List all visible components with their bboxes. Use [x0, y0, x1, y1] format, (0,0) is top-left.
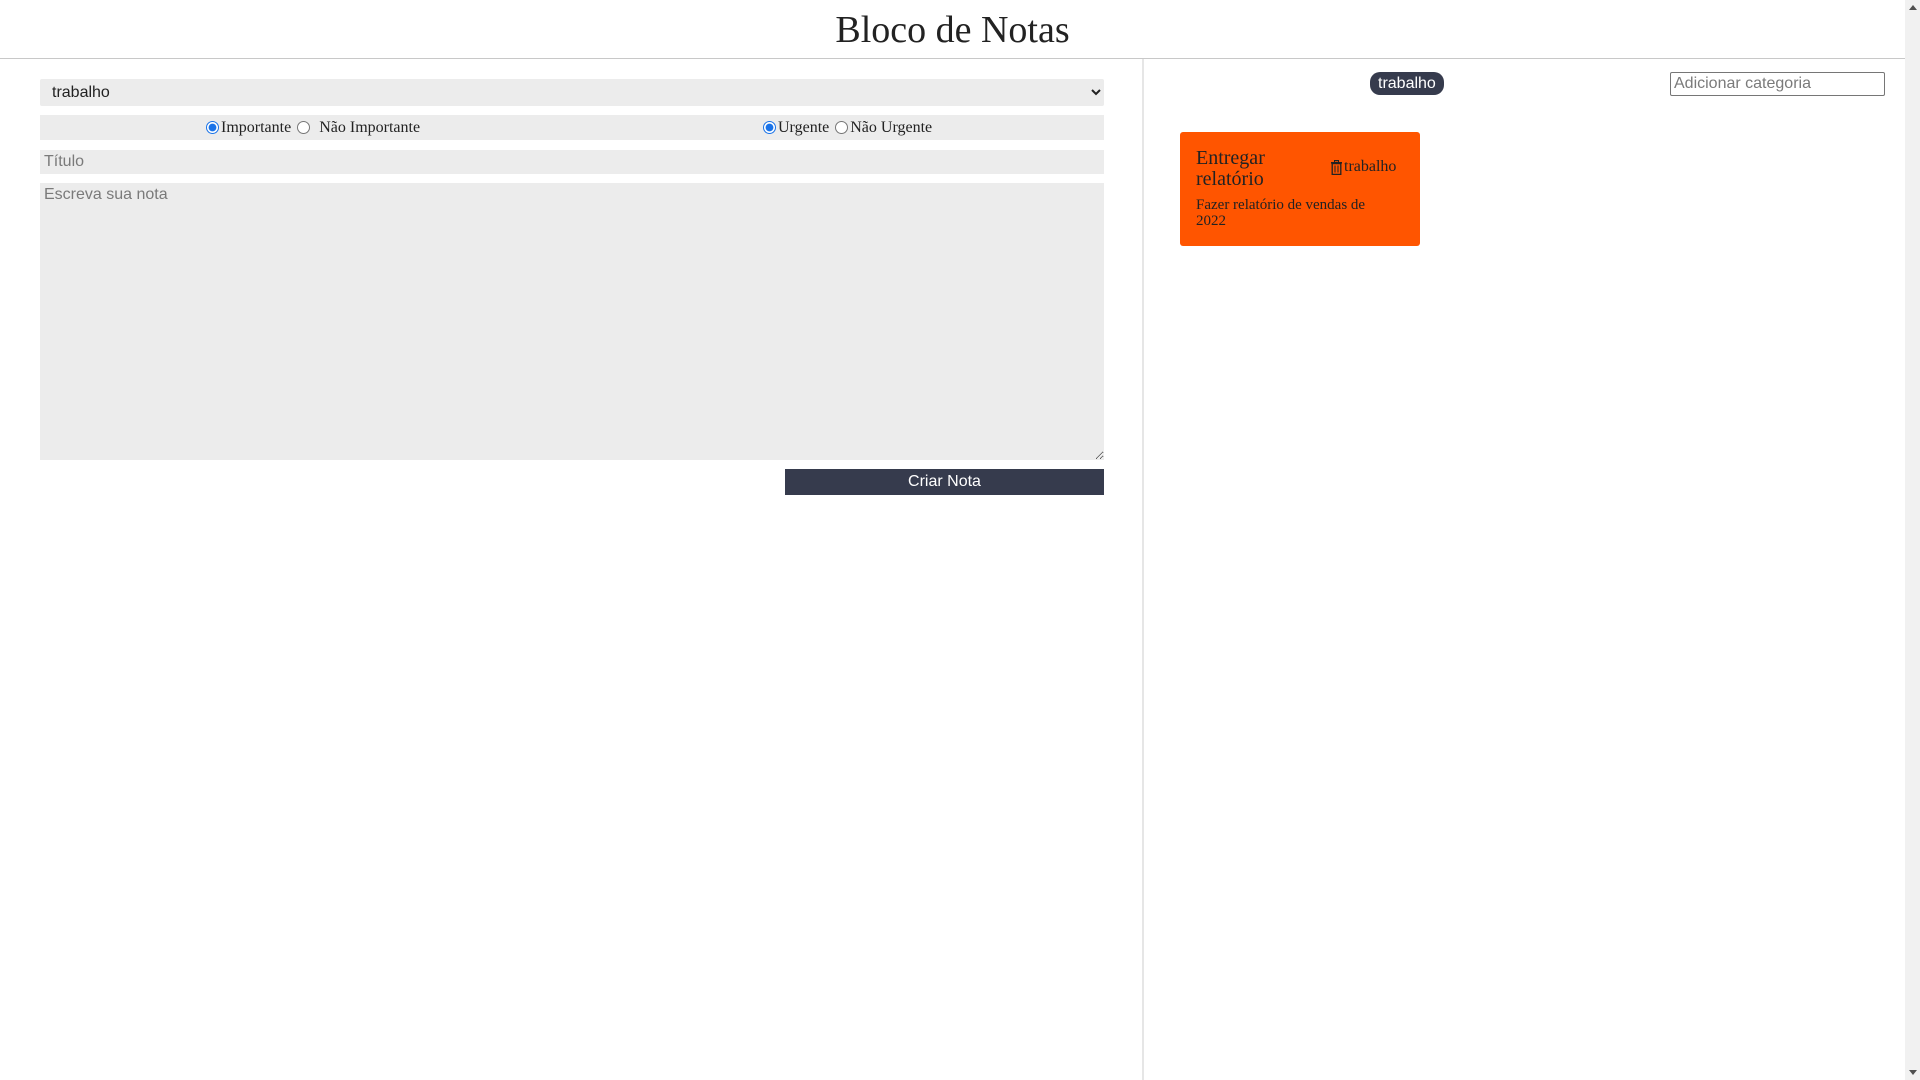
not-important-radio[interactable]	[297, 121, 311, 134]
note-text: Fazer relatório de vendas de 2022	[1196, 197, 1366, 229]
urgency-group: Urgente Não Urgente	[763, 115, 938, 140]
note-form-panel: trabalho Importante Não Importante Urgen…	[0, 59, 1144, 1080]
not-urgent-label[interactable]: Não Urgente	[850, 119, 932, 137]
add-category-input[interactable]	[1670, 72, 1885, 96]
page-header: Bloco de Notas	[0, 0, 1905, 59]
note-card: Entregar relatório trabalho Fazer relató…	[1180, 132, 1420, 246]
urgent-label[interactable]: Urgente	[778, 119, 829, 137]
create-note-button[interactable]: Criar Nota	[785, 469, 1104, 495]
category-chip[interactable]: trabalho	[1370, 72, 1444, 95]
note-category-label: trabalho	[1344, 158, 1397, 175]
page-title: Bloco de Notas	[835, 9, 1070, 51]
urgent-radio[interactable]	[763, 121, 776, 134]
category-select[interactable]: trabalho	[40, 79, 1104, 106]
trash-icon[interactable]	[1330, 159, 1343, 175]
priority-row: Importante Não Importante Urgente Não Ur…	[40, 115, 1104, 140]
note-category: trabalho	[1330, 158, 1396, 176]
title-input[interactable]	[40, 150, 1104, 174]
note-title: Entregar relatório	[1196, 147, 1265, 190]
important-radio[interactable]	[206, 121, 219, 134]
importance-group: Importante Não Importante	[206, 115, 426, 140]
page-scrollbar[interactable]	[1905, 0, 1920, 1080]
note-body-textarea[interactable]	[40, 183, 1104, 460]
scroll-down-icon[interactable]	[1905, 1065, 1920, 1080]
not-important-label[interactable]: Não Importante	[319, 119, 420, 137]
scroll-up-icon[interactable]	[1905, 0, 1920, 15]
important-label[interactable]: Importante	[221, 119, 291, 137]
not-urgent-radio[interactable]	[835, 121, 849, 134]
